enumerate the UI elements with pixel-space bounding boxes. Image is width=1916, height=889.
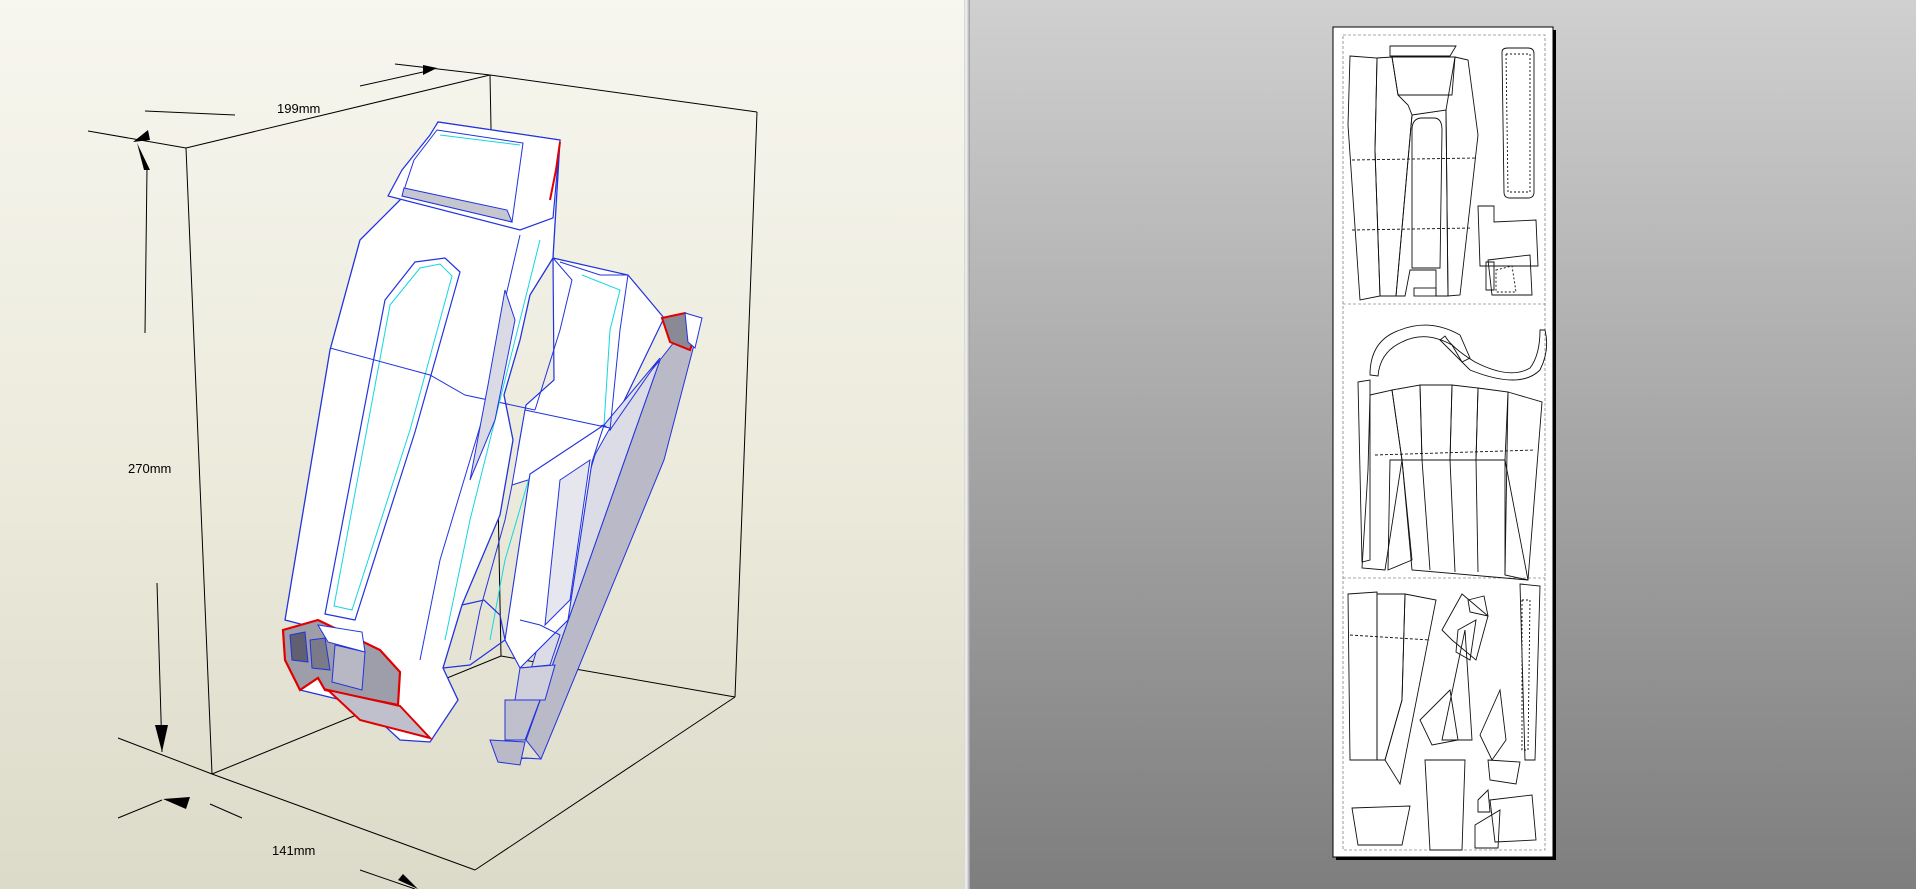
papercraft-armor-model[interactable]: [281, 121, 703, 766]
width-dimension-label: 199mm: [277, 101, 320, 116]
height-dimension-label: 270mm: [128, 461, 171, 476]
depth-dimension-label: 141mm: [272, 843, 315, 858]
3d-model-viewport[interactable]: 199mm 270mm 141mm: [0, 0, 964, 889]
2d-pattern-viewport[interactable]: [970, 0, 1916, 889]
3d-model-canvas[interactable]: 199mm 270mm 141mm: [0, 0, 964, 889]
pattern-sheet[interactable]: [1332, 26, 1556, 860]
2d-pattern-canvas[interactable]: [970, 0, 1916, 889]
